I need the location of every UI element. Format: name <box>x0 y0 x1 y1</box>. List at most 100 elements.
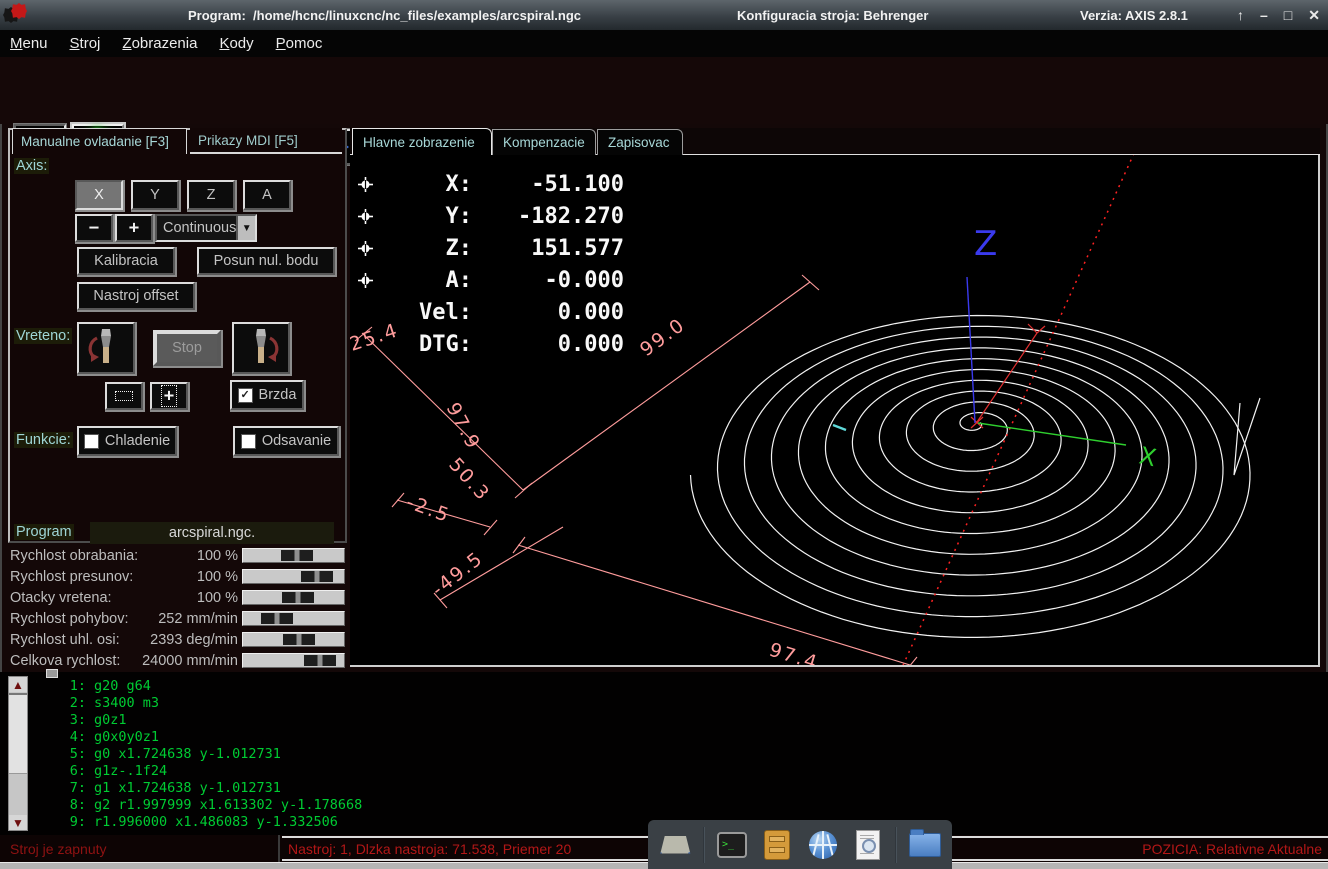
spindle-ccw-button[interactable] <box>77 322 135 374</box>
gcode-scrollbar[interactable]: ▲ ▼ <box>8 676 28 831</box>
program-label: Program <box>14 524 74 540</box>
machine-state-label: Stroj je zapnuty <box>8 835 280 862</box>
menu-pomoc[interactable]: Pomoc <box>276 35 323 52</box>
jog-minus-button[interactable]: − <box>75 214 113 242</box>
jog-plus-button[interactable]: + <box>115 214 153 242</box>
tab-logger[interactable]: Zapisovac <box>597 129 683 155</box>
cabinet-icon <box>764 830 790 860</box>
spindle-faster-button[interactable]: + <box>150 382 188 410</box>
gcode-line[interactable]: 1:g20 g64 <box>54 677 151 694</box>
document-magnifier-icon <box>856 830 880 860</box>
feed-override-slider[interactable] <box>242 548 345 563</box>
axis-z-button[interactable]: Z <box>187 180 235 210</box>
program-name-field: arcspiral.ngc. <box>90 522 334 544</box>
jog-speed-dropdown[interactable]: Continuous ▼ <box>155 214 257 242</box>
scroll-down-icon[interactable]: ▼ <box>9 815 27 830</box>
dim-97-9: 97.9 <box>442 399 485 454</box>
gcode-line[interactable]: 2:s3400 m3 <box>54 694 159 711</box>
vacuum-checkbox[interactable]: Odsavanie <box>233 426 339 456</box>
axis-x-button[interactable]: X <box>75 180 123 210</box>
tab-manual-control[interactable]: Manualne ovladanie [F3] <box>12 128 187 154</box>
coolant-checkbox[interactable]: Chladenie <box>77 426 177 456</box>
slider-handle[interactable] <box>281 550 313 561</box>
axis-a-button[interactable]: A <box>243 180 291 210</box>
spindle-override-slider[interactable] <box>242 590 345 605</box>
gcode-line[interactable]: 9:r1.996000 x1.486083 y-1.332506 <box>54 813 338 830</box>
show-desktop-button[interactable] <box>657 827 693 863</box>
menu-kody[interactable]: Kody <box>219 35 253 52</box>
spindle-stop-button[interactable]: Stop <box>153 330 221 366</box>
rapid-override-slider[interactable] <box>242 569 345 584</box>
spindle-ccw-icon <box>85 326 127 370</box>
spindle-cw-button[interactable] <box>232 322 290 374</box>
slider-handle[interactable] <box>261 613 293 624</box>
scroll-up-icon[interactable]: ▲ <box>9 677 27 692</box>
window-shade-button[interactable]: ↑ <box>1237 7 1244 23</box>
gcode-line[interactable]: 3:g0z1 <box>54 711 127 728</box>
dro-readout: X:-51.100 Y:-182.270 Z:151.577 <box>358 168 624 360</box>
functions-label: Funkcie: <box>14 432 73 448</box>
axis-homed-icon <box>358 177 380 192</box>
window-maximize-button[interactable]: □ <box>1284 7 1292 23</box>
spindle-cw-icon <box>240 326 282 370</box>
window-minimize-button[interactable]: – <box>1260 7 1268 23</box>
dro-row-y: Y:-182.270 <box>358 200 624 232</box>
plus-icon: + <box>129 218 139 238</box>
calibration-button[interactable]: Kalibracia <box>77 247 175 275</box>
web-browser-launcher[interactable] <box>805 827 841 863</box>
desktop-icon <box>660 836 690 854</box>
slider-handle[interactable] <box>304 655 336 666</box>
file-manager-launcher[interactable] <box>907 827 943 863</box>
chevron-down-icon: ▼ <box>236 216 255 240</box>
axis-y-button[interactable]: Y <box>131 180 179 210</box>
slider-row-angular-jog-speed: Rychlost uhl. osi:2393 deg/min <box>8 630 347 651</box>
jog-speed-slider[interactable] <box>242 611 345 626</box>
zero-offset-button[interactable]: Posun nul. bodu <box>197 247 335 275</box>
slider-row-jog-speed: Rychlost pohybov:252 mm/min <box>8 609 347 630</box>
x-axis-label: X <box>1137 441 1159 472</box>
stipple-minus-icon <box>115 391 133 401</box>
angular-jog-speed-slider[interactable] <box>242 632 345 647</box>
document-viewer-launcher[interactable] <box>850 827 886 863</box>
slider-handle[interactable] <box>283 634 315 645</box>
dock-separator <box>895 827 897 863</box>
slider-row-feed-override: Rychlost obrabania:100 % <box>8 546 347 567</box>
spindle-slower-button[interactable] <box>105 382 143 410</box>
preview-tabbar: Hlavne zobrazenie Kompenzacie Zapisovac <box>350 128 1320 155</box>
slider-row-max-velocity: Celkova rychlost:24000 mm/min <box>8 651 347 672</box>
gcode-line[interactable]: 4:g0x0y0z1 <box>54 728 159 745</box>
max-velocity-slider[interactable] <box>242 653 345 668</box>
window-close-button[interactable]: ✕ <box>1308 7 1320 24</box>
minus-icon: − <box>89 218 99 238</box>
titlebar[interactable]: Program: /home/hcnc/linuxcnc/nc_files/ex… <box>0 0 1328 30</box>
dim-99-0: 99.0 <box>636 314 690 361</box>
toolbar: ↻ M + − Z Z X Y P <box>0 57 1328 124</box>
axis-homed-icon <box>358 209 380 224</box>
z-axis-label: Z <box>974 224 997 264</box>
rapid-traverse-line <box>900 155 1140 665</box>
tab-preview[interactable]: Hlavne zobrazenie <box>352 128 492 155</box>
menu-menu[interactable]: Menu <box>10 35 48 52</box>
gcode-line[interactable]: 6:g1z-.1f24 <box>54 762 167 779</box>
titlebar-version: Verzia: AXIS 2.8.1 <box>1080 8 1188 23</box>
backplot-canvas[interactable]: Z X <box>350 155 1320 667</box>
taskbar-dock: >_ <box>648 820 952 869</box>
terminal-launcher[interactable]: >_ <box>714 827 750 863</box>
gcode-line[interactable]: 5:g0 x1.724638 y-1.012731 <box>54 745 281 762</box>
gcode-line[interactable]: 8:g2 r1.997999 x1.613302 y-1.178668 <box>54 796 362 813</box>
brake-checkbox[interactable]: ✓ Brzda <box>230 380 304 410</box>
axis-main-window: Program: /home/hcnc/linuxcnc/nc_files/ex… <box>0 0 1328 869</box>
scrollbar-thumb[interactable] <box>9 693 27 774</box>
menu-zobrazenia[interactable]: Zobrazenia <box>122 35 197 52</box>
slider-handle[interactable] <box>301 571 333 582</box>
tab-mdi-commands[interactable]: Prikazy MDI [F5] <box>190 128 342 154</box>
pane-sash-grip[interactable] <box>46 669 58 678</box>
tool-offset-button[interactable]: Nastroj offset <box>77 282 195 310</box>
file-cabinet-launcher[interactable] <box>759 827 795 863</box>
manual-control-panel: Manualne ovladanie [F3] Prikazy MDI [F5]… <box>8 128 347 543</box>
slider-handle[interactable] <box>282 592 314 603</box>
tab-compensation[interactable]: Kompenzacie <box>492 129 596 155</box>
menu-stroj[interactable]: Stroj <box>70 35 101 52</box>
gcode-line[interactable]: 7:g1 x1.724638 y-1.012731 <box>54 779 281 796</box>
dro-row-a: A:-0.000 <box>358 264 624 296</box>
